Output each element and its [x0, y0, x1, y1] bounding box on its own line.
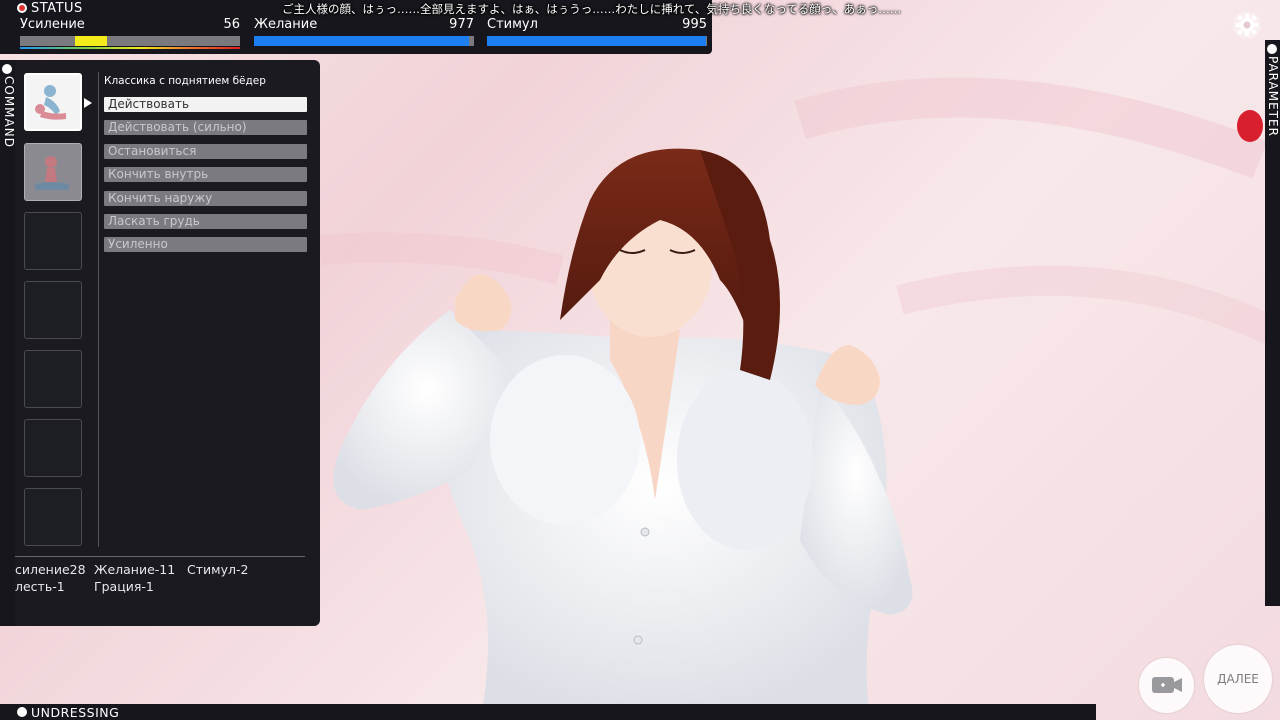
position-slot-3[interactable]: [24, 212, 82, 270]
record-dot-icon: [2, 64, 12, 74]
stat-label: Желание: [254, 17, 318, 32]
intensify-button[interactable]: Усиленно: [104, 237, 307, 252]
parameter-tab[interactable]: PARAMETER: [1265, 40, 1280, 606]
stat-desire: Желание 977: [254, 17, 474, 49]
stat-label: Стимул: [487, 17, 538, 32]
caress-button[interactable]: Ласкать грудь: [104, 214, 307, 229]
finish-outside-button[interactable]: Кончить наружу: [104, 191, 307, 206]
command-panel: Классика с поднятием бёдер Действовать Д…: [15, 60, 320, 626]
position-slot-6[interactable]: [24, 419, 82, 477]
effect-stat: Грация-1: [94, 579, 154, 594]
stat-bar: [254, 36, 474, 46]
stat-bar-highlight: [75, 36, 107, 46]
effect-stat: Стимул-2: [187, 562, 249, 577]
status-header[interactable]: STATUS: [17, 0, 83, 16]
effect-stat: Желание-11: [94, 562, 176, 577]
position-slot-1[interactable]: [24, 73, 82, 131]
action-button[interactable]: Действовать: [104, 97, 307, 112]
stat-enhancement: Усиление 56: [20, 17, 240, 49]
effects-divider: [15, 556, 305, 557]
position-thumbnail-icon: [35, 85, 66, 120]
record-dot-icon: [17, 707, 27, 717]
settings-gear-icon[interactable]: [1232, 10, 1262, 40]
effect-stat: силение28: [15, 562, 86, 577]
position-slot-2[interactable]: [24, 143, 82, 201]
camera-icon: [1152, 677, 1182, 693]
position-slot-4[interactable]: [24, 281, 82, 339]
section-title: Классика с поднятием бёдер: [104, 75, 266, 87]
position-slot-5[interactable]: [24, 350, 82, 408]
stat-label: Усиление: [20, 17, 85, 32]
stat-value: 995: [682, 17, 707, 32]
undressing-label: UNDRESSING: [31, 705, 120, 720]
camera-button[interactable]: [1139, 658, 1194, 713]
pointer-arrow-icon: [84, 98, 92, 108]
stat-value: 56: [223, 17, 240, 32]
next-button[interactable]: ДАЛЕЕ: [1204, 645, 1272, 713]
panel-divider: [98, 72, 99, 547]
command-tab[interactable]: COMMAND: [0, 60, 16, 626]
stat-bar-fill: [254, 36, 469, 46]
record-dot-icon: [1267, 44, 1277, 54]
command-tab-label: COMMAND: [2, 76, 16, 148]
stat-gradient-underline: [20, 47, 240, 49]
stop-button[interactable]: Остановиться: [104, 144, 307, 159]
position-thumbnail-icon: [35, 156, 69, 190]
position-slot-7[interactable]: [24, 488, 82, 546]
action-strong-button[interactable]: Действовать (сильно): [104, 120, 307, 135]
dialogue-subtitle: ご主人様の顔、はぅっ……全部見えますよ、はぁ、はぅうっ……わたしに挿れて、気持ち…: [282, 2, 902, 16]
stat-stimulus: Стимул 995: [487, 17, 707, 49]
effect-stat: лесть-1: [15, 579, 65, 594]
record-dot-icon: [17, 3, 27, 13]
status-title: STATUS: [31, 0, 83, 16]
parameter-tab-label: PARAMETER: [1266, 56, 1280, 137]
stat-value: 977: [449, 17, 474, 32]
stat-bar-fill: [487, 36, 706, 46]
finish-inside-button[interactable]: Кончить внутрь: [104, 167, 307, 182]
stat-bar: [487, 36, 707, 46]
stat-bar: [20, 36, 240, 46]
undressing-bar[interactable]: UNDRESSING: [0, 704, 1096, 720]
